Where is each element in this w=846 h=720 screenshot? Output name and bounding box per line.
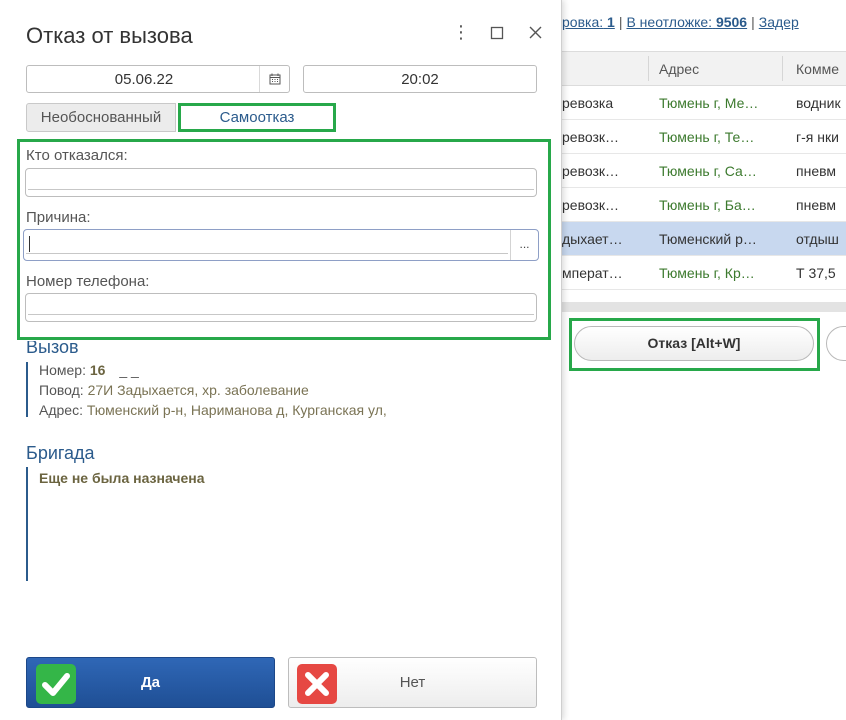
next-button[interactable]: [826, 326, 846, 361]
calls-table: Адрес Комме ревозка Тюмень г, Ме… водник…: [548, 51, 846, 312]
table-row[interactable]: ревозк… Тюмень г, Ба… пневм: [548, 188, 846, 222]
cell-reason: мперат…: [562, 265, 623, 281]
dialog-title: Отказ от вызова: [26, 23, 193, 48]
call-heading: Вызов: [26, 337, 79, 357]
yes-button[interactable]: Да: [26, 657, 275, 708]
horizontal-scrollbar[interactable]: [548, 302, 846, 312]
call-address: Адрес: Тюменский р-н, Нариманова д, Кург…: [39, 402, 387, 418]
link-urgent[interactable]: В неотложке: 9506: [626, 14, 747, 30]
brigade-heading: Бригада: [26, 443, 95, 463]
input-underline: [28, 314, 534, 315]
time-field[interactable]: 20:02: [303, 65, 537, 93]
maximize-icon[interactable]: [490, 24, 504, 45]
yes-button-label: Да: [140, 674, 161, 691]
select-button[interactable]: ...: [510, 230, 538, 260]
date-value: 05.06.22: [114, 71, 174, 88]
link-transport[interactable]: ровка: 1: [562, 14, 615, 30]
cell-reason: ревозк…: [562, 163, 620, 179]
cell-comment: Т 37,5: [796, 265, 836, 281]
column-divider: [782, 56, 783, 81]
input-underline: [28, 189, 534, 190]
call-address-label: Адрес:: [39, 402, 83, 418]
tab-unfounded[interactable]: Необоснованный: [26, 103, 176, 132]
input-underline: [26, 253, 508, 254]
link-delayed[interactable]: Задер: [759, 14, 799, 30]
time-value: 20:02: [401, 71, 439, 88]
brigade-section-bar: [26, 467, 28, 581]
call-address-value: Тюменский р-н, Нариманова д, Курганская …: [86, 402, 387, 418]
table-row-selected[interactable]: дыхает… Тюменский р… отдыш: [548, 222, 846, 256]
cell-comment: отдыш: [796, 231, 839, 247]
table-row[interactable]: ревозка Тюмень г, Ме… водник: [548, 86, 846, 120]
cell-comment: водник: [796, 95, 841, 111]
cell-comment: пневм: [796, 197, 837, 213]
table-header: Адрес Комме: [548, 51, 846, 86]
status-links: ровка: 1 | В неотложке: 9506 | Задер: [562, 14, 799, 30]
table-row[interactable]: мперат… Тюмень г, Кр… Т 37,5: [548, 256, 846, 290]
brigade-status: Еще не была назначена: [39, 470, 205, 486]
more-vertical-icon[interactable]: ⋮: [452, 22, 470, 43]
close-icon[interactable]: [528, 24, 543, 45]
text-caret: [29, 236, 30, 252]
no-button-label: Нет: [399, 674, 426, 691]
phone-input[interactable]: [25, 293, 537, 322]
cell-reason: дыхает…: [562, 231, 623, 247]
no-button[interactable]: Нет: [288, 657, 537, 708]
refusal-dialog: Отказ от вызова ⋮ 05.06.22 20:02 Необосн…: [0, 0, 562, 720]
call-number-label: Номер:: [39, 362, 86, 378]
who-refused-label: Кто отказался:: [26, 147, 128, 164]
call-reason-label: Повод:: [39, 382, 84, 398]
phone-label: Номер телефона:: [26, 273, 150, 290]
who-refused-input[interactable]: [25, 168, 537, 197]
date-field[interactable]: 05.06.22: [26, 65, 290, 93]
table-row[interactable]: ревозк… Тюмень г, Те… г-я нки: [548, 120, 846, 154]
cell-address: Тюмень г, Са…: [659, 163, 757, 179]
call-section-bar: [26, 362, 28, 417]
cell-address: Тюмень г, Кр…: [659, 265, 755, 281]
column-header-address[interactable]: Адрес: [659, 61, 699, 77]
calendar-icon[interactable]: [259, 66, 289, 92]
call-number: Номер: 16 _ _: [39, 362, 139, 378]
cell-comment: пневм: [796, 163, 837, 179]
cell-address: Тюмень г, Ме…: [659, 95, 759, 111]
column-header-comment[interactable]: Комме: [796, 61, 839, 77]
call-reason-value: 27И Задыхается, хр. заболевание: [87, 382, 309, 398]
cell-reason: ревозка: [562, 95, 614, 111]
tab-self-refusal[interactable]: Самоотказ: [178, 103, 336, 132]
cell-reason: ревозк…: [562, 197, 620, 213]
cell-reason: ревозк…: [562, 129, 620, 145]
cell-address: Тюмень г, Ба…: [659, 197, 756, 213]
column-divider: [648, 56, 649, 81]
cell-address: Тюменский р…: [659, 231, 757, 247]
reason-input[interactable]: ...: [23, 229, 539, 261]
cell-comment: г-я нки: [796, 129, 839, 145]
call-number-suffix: _ _: [119, 362, 139, 378]
call-reason: Повод: 27И Задыхается, хр. заболевание: [39, 382, 309, 398]
table-row[interactable]: ревозк… Тюмень г, Са… пневм: [548, 154, 846, 188]
reason-label: Причина:: [26, 209, 91, 226]
cell-address: Тюмень г, Те…: [659, 129, 755, 145]
call-number-value: 16: [89, 362, 106, 378]
refuse-button[interactable]: Отказ [Alt+W]: [574, 326, 814, 361]
